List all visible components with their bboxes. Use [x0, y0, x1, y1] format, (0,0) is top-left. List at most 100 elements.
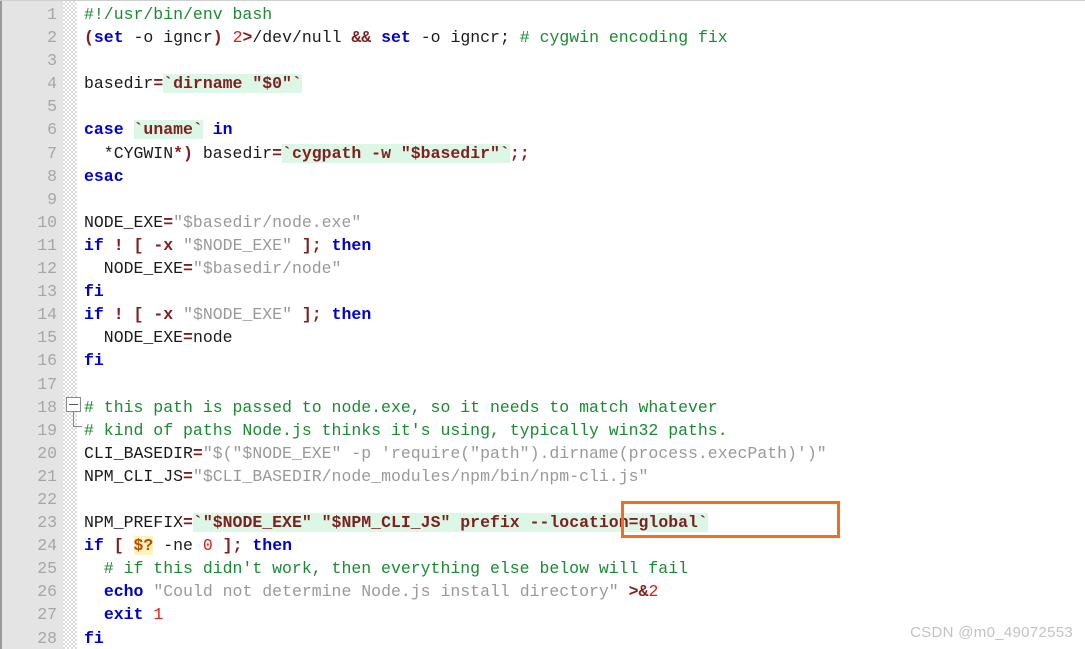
code-line[interactable]: if ! [ -x "$NODE_EXE" ]; then — [84, 234, 1085, 257]
watermark-label: CSDN @m0_49072553 — [910, 624, 1073, 641]
code-token: then — [252, 536, 292, 556]
code-token: -ne — [153, 536, 203, 556]
code-token: # kind of paths Node.js thinks it's usin… — [84, 420, 728, 440]
line-number: 1 — [47, 5, 57, 24]
code-editor[interactable]: 1 2 3 4 5 6 7 8 9 10 11 12 13 14 15 16 17 18 19 20 21 22 23 24 2… — [0, 0, 1085, 649]
code-line[interactable]: NPM_CLI_JS="$CLI_BASEDIR/node_modules/np… — [84, 465, 1085, 488]
fold-margin-strip[interactable] — [63, 1, 77, 649]
code-token: && — [351, 28, 372, 48]
line-number: 11 — [37, 235, 57, 255]
code-line[interactable]: (set -o igncr) 2>/dev/null && set -o ign… — [84, 26, 1085, 49]
line-number: 24 — [37, 536, 57, 556]
code-line[interactable] — [84, 49, 1085, 72]
code-line[interactable]: NODE_EXE=node — [84, 326, 1085, 349]
code-token: then — [331, 305, 372, 325]
code-line[interactable]: NODE_EXE="$basedir/node.exe" — [84, 211, 1085, 234]
code-token: "$("$NODE_EXE" -p 'require("path").dirna… — [202, 443, 827, 463]
code-token: if — [84, 235, 104, 255]
code-line[interactable]: NODE_EXE="$basedir/node" — [84, 257, 1085, 280]
line-number: 6 — [47, 120, 57, 140]
line-number: 23 — [37, 513, 57, 533]
code-token: 0 — [202, 536, 213, 556]
code-line[interactable]: esac — [84, 165, 1085, 188]
code-line[interactable]: if [ $? -ne 0 ]; then — [84, 534, 1085, 557]
code-line[interactable]: echo "Could not determine Node.js instal… — [84, 580, 1085, 603]
code-token: fi — [84, 628, 104, 648]
fold-range-bracket-icon — [73, 412, 82, 427]
code-token: = — [192, 443, 203, 463]
code-content[interactable]: #!/usr/bin/env bash (set -o igncr) 2>/dev… — [84, 1, 1085, 649]
code-line[interactable]: # if this didn't work, then everything e… — [84, 557, 1085, 580]
code-token: set — [381, 28, 411, 48]
line-number: 19 — [37, 420, 57, 440]
code-token: = — [153, 74, 164, 94]
line-number: 2 — [47, 28, 57, 48]
line-number-list: 1 2 3 4 5 6 7 8 9 10 11 12 13 14 15 16 17 18 19 20 21 22 23 24 2… — [2, 1, 57, 649]
line-number: 27 — [37, 605, 57, 625]
code-token: >& — [628, 582, 649, 602]
line-number-gutter[interactable]: 1 2 3 4 5 6 7 8 9 10 11 12 13 14 15 16 17 18 19 20 21 22 23 24 2… — [0, 1, 63, 649]
code-line[interactable] — [84, 488, 1085, 511]
code-line[interactable]: *CYGWIN*) basedir=`cygpath -w "$basedir"… — [84, 142, 1085, 165]
code-line[interactable]: # this path is passed to node.exe, so it… — [84, 396, 1085, 419]
code-token: "$NODE_EXE" — [183, 235, 292, 255]
line-number: 18 — [37, 397, 57, 417]
code-token: > — [242, 28, 253, 48]
code-token: $? — [133, 536, 154, 556]
code-token: # this path is passed to node.exe, so it… — [84, 397, 718, 417]
code-token: -o igncr — [123, 28, 213, 48]
code-token: NODE_EXE — [84, 328, 184, 348]
line-number: 4 — [47, 74, 57, 94]
code-token: = — [183, 328, 193, 348]
code-line[interactable]: CLI_BASEDIR="$("$NODE_EXE" -p 'require("… — [84, 442, 1085, 465]
code-token: ]; — [301, 235, 322, 255]
code-token: node — [192, 328, 233, 348]
line-number: 8 — [47, 166, 57, 186]
line-number: 28 — [37, 628, 57, 648]
code-token: "$basedir/node.exe" — [173, 212, 362, 232]
code-token: = — [183, 259, 193, 279]
line-number: 10 — [37, 212, 57, 232]
line-number: 22 — [37, 489, 57, 509]
code-token: ! — [113, 235, 124, 255]
code-token: ! — [113, 305, 124, 325]
code-token: `uname` — [133, 120, 203, 140]
code-token: = — [163, 212, 174, 232]
code-token: `cygpath -w "$basedir"` — [282, 143, 510, 163]
code-line[interactable] — [84, 95, 1085, 118]
line-number: 26 — [37, 582, 57, 602]
code-line[interactable] — [84, 188, 1085, 211]
code-token: CLI_BASEDIR — [84, 443, 193, 463]
code-line[interactable]: NPM_PREFIX=`"$NODE_EXE" "$NPM_CLI_JS" pr… — [84, 511, 1085, 534]
fold-collapse-minus-icon[interactable] — [66, 397, 81, 412]
code-token: = — [272, 143, 283, 163]
code-line[interactable]: case `uname` in — [84, 118, 1085, 141]
code-line[interactable] — [84, 373, 1085, 396]
code-token: in — [212, 120, 233, 140]
code-line[interactable]: # kind of paths Node.js thinks it's usin… — [84, 419, 1085, 442]
line-number: 5 — [47, 97, 57, 117]
line-number: 7 — [47, 143, 57, 163]
code-token: fi — [84, 351, 104, 371]
code-token: echo — [103, 582, 144, 602]
code-line[interactable]: basedir=`dirname "$0"` — [84, 72, 1085, 95]
code-token: [ — [133, 235, 144, 255]
code-line[interactable]: fi — [84, 280, 1085, 303]
code-line[interactable]: #!/usr/bin/env bash — [84, 3, 1085, 26]
code-token: fi — [84, 282, 104, 302]
code-line[interactable]: if ! [ -x "$NODE_EXE" ]; then — [84, 303, 1085, 326]
line-number: 21 — [37, 466, 57, 486]
code-line[interactable]: fi — [84, 349, 1085, 372]
code-token: /dev/null — [252, 28, 352, 48]
